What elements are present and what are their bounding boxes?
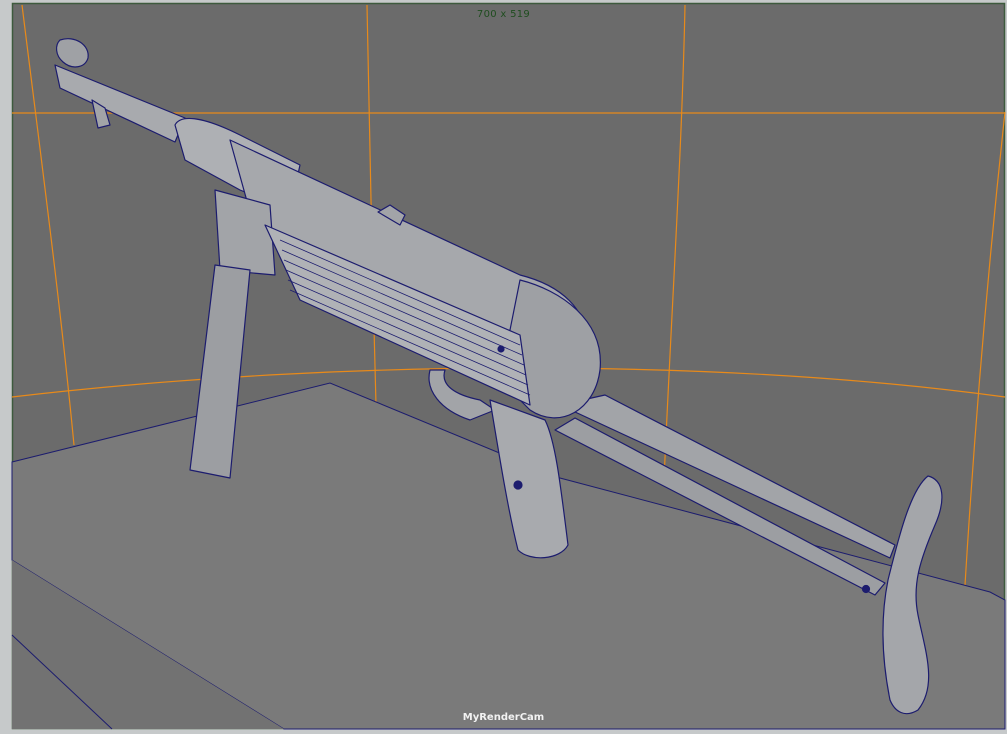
receiver-pin	[497, 345, 505, 353]
viewport-scene[interactable]	[0, 0, 1007, 734]
viewport-panel[interactable]: 700 x 519 MyRenderCam	[0, 0, 1007, 734]
stock-pivot	[861, 584, 871, 594]
camera-name-label: MyRenderCam	[462, 712, 545, 723]
grip-screw	[513, 480, 523, 490]
resolution-gate-label: 700 x 519	[476, 9, 531, 20]
